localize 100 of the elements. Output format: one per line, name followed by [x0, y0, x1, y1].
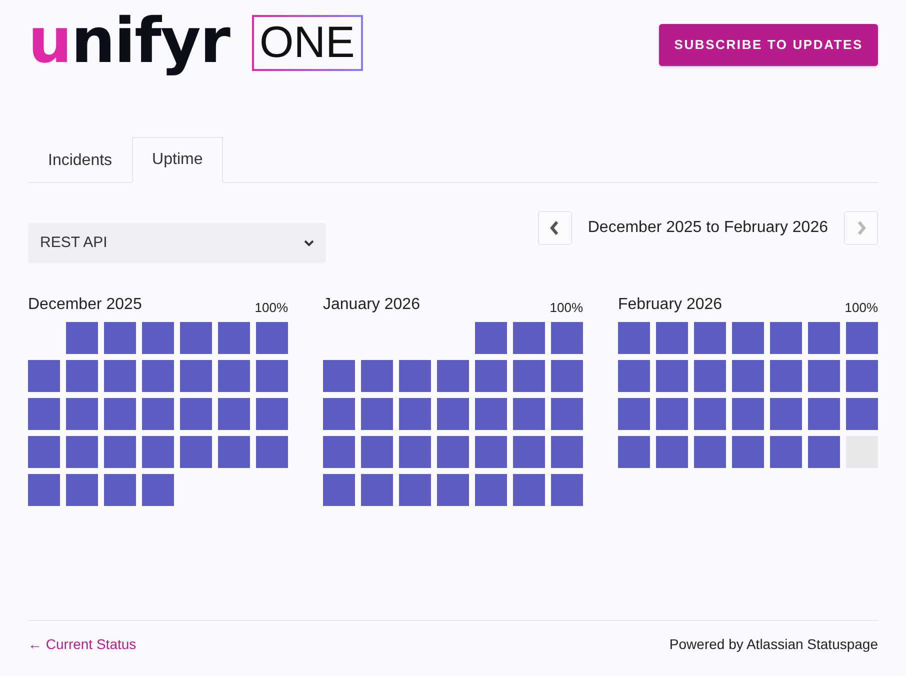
day-cell[interactable] — [180, 436, 212, 468]
day-cell[interactable] — [256, 360, 288, 392]
day-cell[interactable] — [66, 322, 98, 354]
day-cell[interactable] — [104, 436, 136, 468]
day-cell[interactable] — [323, 398, 355, 430]
date-range-label: December 2025 to February 2026 — [588, 218, 828, 238]
day-cell[interactable] — [732, 322, 764, 354]
day-cell[interactable] — [66, 398, 98, 430]
day-cell[interactable] — [104, 360, 136, 392]
day-cell[interactable] — [846, 360, 878, 392]
day-cell[interactable] — [551, 398, 583, 430]
uptime-percent: 100% — [844, 298, 878, 316]
day-cell[interactable] — [694, 398, 726, 430]
day-cell[interactable] — [142, 360, 174, 392]
day-cell[interactable] — [437, 360, 469, 392]
day-cell[interactable] — [66, 474, 98, 506]
component-select[interactable]: REST API — [28, 223, 326, 263]
day-cell[interactable] — [66, 360, 98, 392]
day-cell[interactable] — [513, 398, 545, 430]
day-cell[interactable] — [551, 436, 583, 468]
day-cell[interactable] — [180, 398, 212, 430]
day-cell[interactable] — [846, 322, 878, 354]
day-cell[interactable] — [808, 436, 840, 468]
day-cell[interactable] — [361, 436, 393, 468]
day-cell[interactable] — [732, 360, 764, 392]
day-cell[interactable] — [142, 322, 174, 354]
day-cell[interactable] — [732, 436, 764, 468]
tab[interactable]: Incidents — [28, 137, 132, 183]
day-cell[interactable] — [323, 436, 355, 468]
day-cell[interactable] — [256, 398, 288, 430]
day-cell[interactable] — [218, 322, 250, 354]
day-cell[interactable] — [437, 474, 469, 506]
tab[interactable]: Uptime — [132, 137, 223, 183]
day-cell[interactable] — [66, 436, 98, 468]
day-cell[interactable] — [694, 322, 726, 354]
day-cell[interactable] — [180, 322, 212, 354]
day-cell[interactable] — [256, 436, 288, 468]
day-cell[interactable] — [656, 436, 688, 468]
day-cell[interactable] — [513, 474, 545, 506]
day-cell[interactable] — [551, 474, 583, 506]
day-cell[interactable] — [323, 474, 355, 506]
day-cell[interactable] — [361, 398, 393, 430]
day-cell[interactable] — [475, 360, 507, 392]
day-cell[interactable] — [618, 436, 650, 468]
day-cell[interactable] — [28, 474, 60, 506]
day-cell[interactable] — [770, 360, 802, 392]
day-cell[interactable] — [104, 322, 136, 354]
day-cell[interactable] — [513, 436, 545, 468]
day-cell[interactable] — [656, 398, 688, 430]
day-cell[interactable] — [513, 322, 545, 354]
day-cell[interactable] — [656, 322, 688, 354]
current-status-link[interactable]: ← Current Status — [28, 634, 136, 655]
day-cell[interactable] — [437, 398, 469, 430]
day-cell[interactable] — [180, 360, 212, 392]
day-cell[interactable] — [475, 474, 507, 506]
previous-button[interactable] — [538, 211, 572, 245]
day-cell[interactable] — [808, 360, 840, 392]
day-cell[interactable] — [399, 474, 431, 506]
day-cell[interactable] — [218, 436, 250, 468]
day-cell[interactable] — [256, 322, 288, 354]
day-cell[interactable] — [808, 322, 840, 354]
day-cell[interactable] — [323, 360, 355, 392]
day-cell[interactable] — [846, 398, 878, 430]
uptime-percent: 100% — [254, 298, 288, 316]
day-cell[interactable] — [694, 360, 726, 392]
subscribe-button[interactable]: SUBSCRIBE TO UPDATES — [659, 24, 878, 66]
day-cell[interactable] — [618, 398, 650, 430]
day-cell[interactable] — [694, 436, 726, 468]
day-cell[interactable] — [770, 436, 802, 468]
day-cell[interactable] — [399, 360, 431, 392]
day-cell[interactable] — [142, 436, 174, 468]
day-cell[interactable] — [656, 360, 688, 392]
month-title: December 2025 — [28, 295, 142, 315]
day-cell[interactable] — [399, 436, 431, 468]
day-cell[interactable] — [142, 474, 174, 506]
uptime-percent: 100% — [550, 298, 583, 316]
day-cell[interactable] — [218, 398, 250, 430]
day-cell[interactable] — [618, 322, 650, 354]
day-cell[interactable] — [551, 360, 583, 392]
day-cell[interactable] — [28, 360, 60, 392]
day-cell[interactable] — [361, 360, 393, 392]
day-cell[interactable] — [770, 322, 802, 354]
day-cell[interactable] — [475, 322, 507, 354]
day-cell[interactable] — [28, 398, 60, 430]
day-cell[interactable] — [104, 474, 136, 506]
day-cell[interactable] — [513, 360, 545, 392]
day-cell[interactable] — [475, 436, 507, 468]
day-cell[interactable] — [142, 398, 174, 430]
day-cell[interactable] — [104, 398, 136, 430]
day-cell[interactable] — [732, 398, 764, 430]
day-cell[interactable] — [28, 436, 60, 468]
day-cell[interactable] — [808, 398, 840, 430]
day-cell[interactable] — [437, 436, 469, 468]
day-cell[interactable] — [218, 360, 250, 392]
day-cell[interactable] — [551, 322, 583, 354]
day-cell[interactable] — [618, 360, 650, 392]
day-cell[interactable] — [770, 398, 802, 430]
day-cell[interactable] — [475, 398, 507, 430]
day-cell[interactable] — [399, 398, 431, 430]
day-cell[interactable] — [361, 474, 393, 506]
